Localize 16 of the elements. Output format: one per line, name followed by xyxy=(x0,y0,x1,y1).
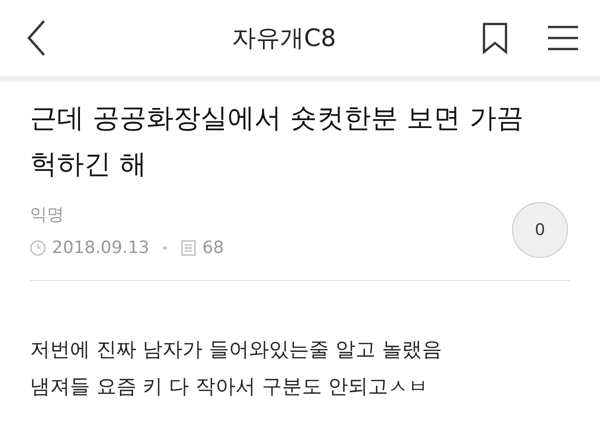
header-title: 자유개C8 xyxy=(230,23,338,54)
menu-icon xyxy=(548,25,578,51)
view-count: 68 xyxy=(202,238,224,258)
post-title: 근데 공공화장실에서 숏컷한분 보면 가끔 헉하긴 해 xyxy=(30,102,524,182)
clock-icon xyxy=(30,240,46,256)
post-date: 2018.09.13 xyxy=(52,238,150,258)
back-icon xyxy=(26,19,46,57)
bookmark-button[interactable] xyxy=(482,22,508,54)
comment-count-button[interactable]: 0 xyxy=(512,202,568,258)
bookmark-icon xyxy=(482,22,508,54)
back-button[interactable] xyxy=(26,19,46,57)
document-icon xyxy=(181,240,196,256)
author-name: 익명 xyxy=(30,204,65,226)
body-text-line: 저번에 진짜 남자가 들어와있는줄 알고 놀랬음 xyxy=(30,336,443,363)
body-text-line: 냄져들 요즘 키 다 작아서 구분도 안되고ㅅㅂ xyxy=(30,373,430,400)
menu-button[interactable] xyxy=(548,25,578,51)
